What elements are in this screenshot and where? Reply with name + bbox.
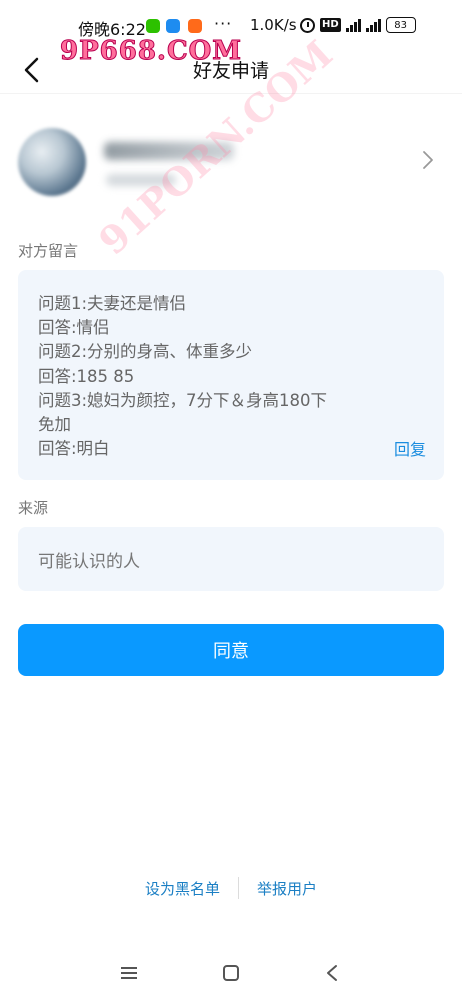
qq-icon	[166, 19, 180, 33]
signal-icon-2	[365, 18, 381, 32]
message-line: 问题1:夫妻还是情侣	[38, 294, 187, 313]
source-value: 可能认识的人	[38, 552, 140, 572]
page-title: 好友申请	[192, 60, 269, 82]
source-section-label: 来源	[18, 499, 49, 517]
blacklist-link[interactable]: 设为黑名单	[127, 878, 238, 899]
alarm-icon	[300, 17, 315, 33]
message-line: 回答:185 85	[38, 366, 135, 386]
message-line: 问题2:分别的身高、体重多少	[38, 342, 253, 362]
chevron-right-icon[interactable]	[422, 150, 442, 172]
hd-icon: HD	[320, 18, 341, 32]
status-more: ···	[214, 14, 233, 33]
agree-button[interactable]: 同意	[18, 624, 444, 676]
bottom-links: 设为黑名单 举报用户	[0, 876, 462, 900]
system-nav-bar	[0, 955, 462, 991]
home-icon	[223, 965, 239, 981]
home-button[interactable]	[217, 959, 245, 987]
report-user-link[interactable]: 举报用户	[239, 878, 335, 899]
message-line: 问题3:媳妇为颜控，7分下＆身高180下	[38, 390, 328, 410]
source-card: 可能认识的人	[18, 527, 444, 591]
message-line: 免加	[38, 415, 71, 435]
message-section-label: 对方留言	[18, 242, 79, 260]
status-icons: HD 83	[300, 17, 416, 33]
system-back-button[interactable]	[318, 959, 346, 987]
reply-button[interactable]: 回复	[394, 436, 426, 460]
battery-icon: 83	[385, 17, 416, 33]
menu-icon[interactable]	[115, 959, 143, 987]
wechat-icon	[146, 19, 160, 33]
network-speed: 1.0K/s	[250, 16, 297, 34]
avatar[interactable]	[18, 128, 86, 196]
signal-icon	[345, 18, 361, 32]
message-line: 回答:明白	[38, 439, 110, 459]
message-card: 问题1:夫妻还是情侣 回答:情侣 问题2:分别的身高、体重多少 回答:185 8…	[18, 270, 444, 480]
nav-bar: 好友申请	[0, 46, 462, 94]
triangle-back-icon	[327, 965, 337, 981]
message-line: 回答:情侣	[38, 318, 110, 338]
taobao-icon	[188, 19, 202, 33]
